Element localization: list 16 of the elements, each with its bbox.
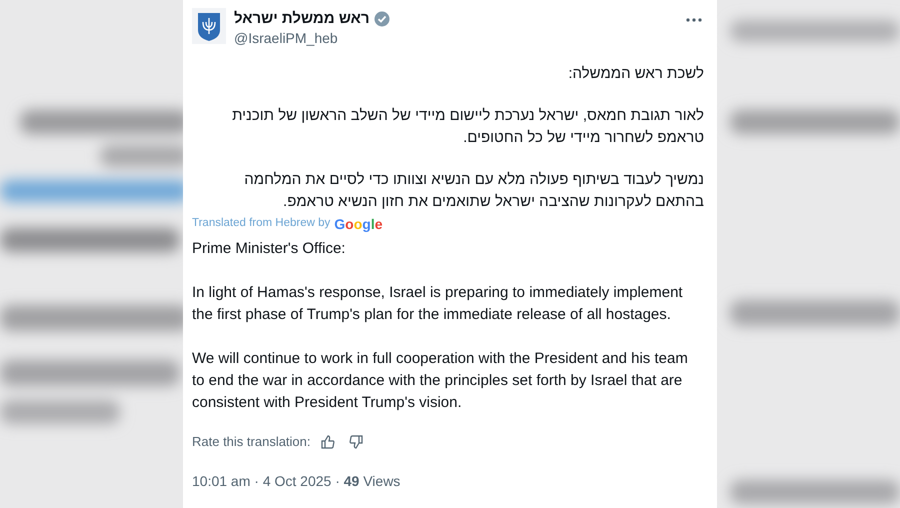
google-logo: Google	[334, 216, 383, 232]
rate-label: Rate this translation:	[192, 433, 311, 452]
translation-note: Translated from Hebrew by	[192, 216, 330, 231]
thumbs-down-icon[interactable]	[348, 435, 363, 449]
original-paragraph: לשכת ראש הממשלה:	[567, 64, 704, 84]
thumbs-up-icon[interactable]	[320, 435, 335, 449]
more-options-icon[interactable]	[686, 17, 702, 23]
author-handle[interactable]: @IsraeliPM_heb	[234, 29, 390, 47]
translated-paragraph: In light of Hamas's response, Israel is preparing to immediately implement the first phase of Trump's plan for the immediate release of all hostages.	[192, 283, 684, 326]
translated-paragraph: Prime Minister's Office:	[192, 239, 346, 260]
author-name[interactable]: ראש ממשלת ישראל	[234, 9, 370, 29]
emblem-icon	[192, 8, 226, 44]
original-paragraph: לאור תגובת חמאס, ישראל נערכת ליישום מיידי של השלב הראשון של תוכנית טראמפ לשחרור מיידי של כל החטופים.	[231, 106, 704, 148]
original-paragraph: נמשיך לעבוד בשיתוף פעולה מלא עם הנשיא וצוותו כדי לסיים את המלחמה בהתאם לעקרונות שהציבה ישראל שתואמים את חזון הנשיא טראמפ.	[243, 170, 704, 212]
translated-paragraph: We will continue to work in full cooperation with the President and his team to end the war in accordance with the principles set forth by Israel that are consistent with President Trump's vision.	[192, 349, 689, 414]
post-timestamp: 10:01 am · 4 Oct 2025 · 49 Views	[192, 472, 400, 489]
